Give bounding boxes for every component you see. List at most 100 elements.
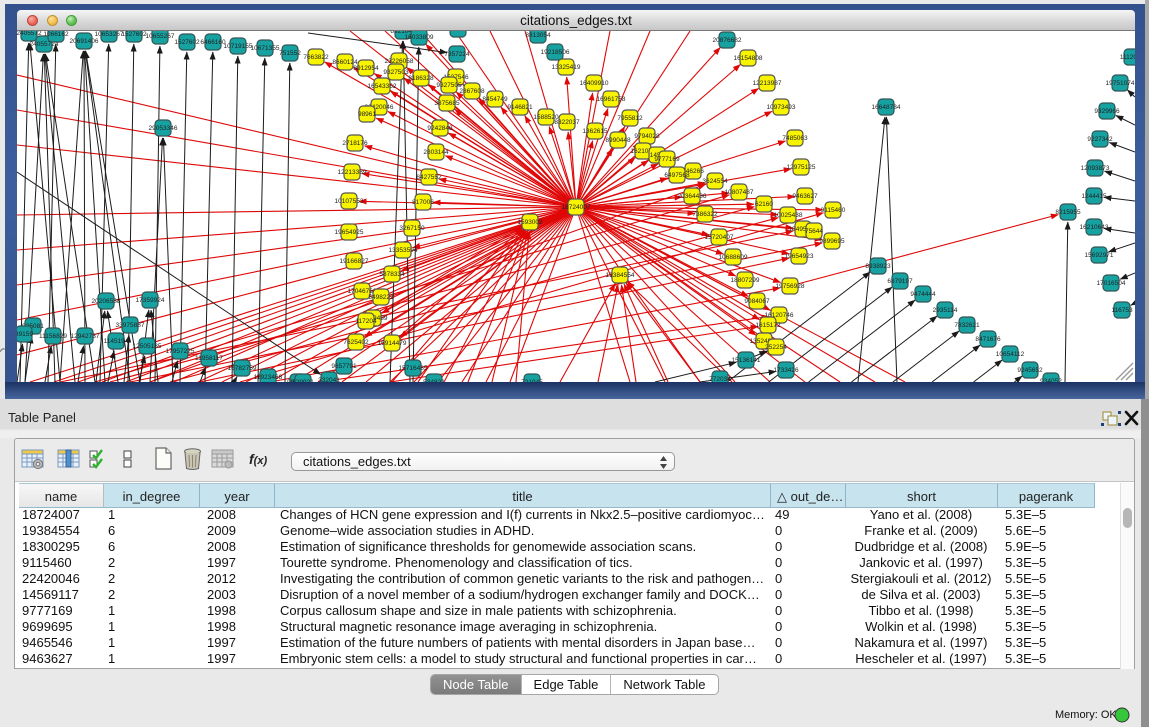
svg-text:8813054: 8813054 [525,32,551,39]
svg-text:19218506: 19218506 [541,49,570,56]
svg-text:1112042: 1112042 [1120,54,1135,61]
svg-text:12942737: 12942737 [71,333,100,340]
svg-text:6466160: 6466160 [200,39,226,46]
svg-text:1527602: 1527602 [121,31,147,38]
svg-text:17016504: 17016504 [1097,280,1126,287]
svg-text:16782759: 16782759 [228,365,257,372]
svg-text:15720407: 15720407 [705,234,734,241]
svg-text:75644: 75644 [805,228,823,235]
svg-text:10655267: 10655267 [146,33,175,40]
svg-text:5498222: 5498222 [368,294,394,301]
svg-text:18724007: 18724007 [562,204,591,211]
svg-text:9657791: 9657791 [331,363,357,370]
svg-text:8186328: 8186328 [408,75,434,82]
svg-text:13325419: 13325419 [552,64,581,71]
svg-text:8990448: 8990448 [605,137,631,144]
svg-text:8454749: 8454749 [482,96,508,103]
svg-text:13353594: 13353594 [389,247,418,254]
svg-text:17957225: 17957225 [166,348,195,355]
svg-text:9146821: 9146821 [507,104,533,111]
svg-text:884210: 884210 [447,31,469,33]
svg-text:1615172: 1615172 [755,322,781,329]
svg-text:8322037: 8322037 [554,119,580,126]
svg-text:721945: 721945 [521,379,543,382]
svg-text:3267150: 3267150 [399,225,425,232]
svg-text:10653267: 10653267 [95,31,124,38]
svg-text:1362615: 1362615 [582,128,608,135]
svg-text:1527602: 1527602 [174,39,200,46]
svg-text:9327505: 9327505 [436,82,462,89]
svg-text:6497568: 6497568 [664,172,690,179]
svg-text:829921: 829921 [292,379,314,382]
svg-text:3875685: 3875685 [434,100,460,107]
svg-text:1066162: 1066162 [43,31,69,38]
svg-text:7357224: 7357224 [444,51,470,58]
svg-text:19756928: 19756928 [776,283,805,290]
svg-text:11156829: 11156829 [39,333,67,340]
svg-text:10719155: 10719155 [224,43,253,50]
svg-text:29053346: 29053346 [149,125,178,132]
svg-text:8912954: 8912954 [353,65,379,72]
svg-text:2718176: 2718176 [342,140,368,147]
svg-text:1733426: 1733426 [773,367,799,374]
svg-text:62160: 62160 [755,201,773,208]
svg-text:19166827: 19166827 [340,258,369,265]
svg-text:7485063: 7485063 [782,135,808,142]
svg-text:8938923: 8938923 [865,263,891,270]
svg-text:10973493: 10973493 [767,104,796,111]
svg-text:98961: 98961 [358,111,376,118]
svg-text:2935114: 2935114 [933,307,958,314]
svg-text:12093873: 12093873 [1081,165,1110,172]
svg-text:934052: 934052 [1040,378,1062,382]
svg-text:9794028: 9794028 [634,133,660,140]
svg-text:16961758: 16961758 [597,96,626,103]
svg-text:19654923: 19654923 [785,253,814,260]
svg-text:12213389: 12213389 [338,169,367,176]
svg-text:12975125: 12975125 [787,164,816,171]
svg-text:8471676: 8471676 [975,336,1001,343]
svg-text:39159: 39159 [17,331,33,338]
svg-text:3624554: 3624554 [702,178,728,185]
svg-text:9327503: 9327503 [383,69,409,76]
svg-text:10807487: 10807487 [725,189,754,196]
svg-text:33975887: 33975887 [116,322,145,329]
svg-text:7625402: 7625402 [343,339,369,346]
svg-text:9245652: 9245652 [1017,367,1043,374]
svg-text:5878334: 5878334 [379,271,405,278]
svg-text:12213987: 12213987 [753,80,782,87]
svg-text:116753: 116753 [1111,307,1133,314]
svg-text:11958117: 11958117 [195,355,223,362]
svg-text:18807299: 18807299 [731,277,760,284]
svg-text:8427552: 8427552 [416,174,442,181]
svg-text:9115460: 9115460 [821,207,846,214]
svg-text:117204: 117204 [355,318,377,325]
svg-text:19654925: 19654925 [335,229,364,236]
svg-text:1244415: 1244415 [1081,193,1107,200]
svg-text:252254: 252254 [765,344,787,351]
svg-text:751552: 751552 [279,50,301,57]
svg-text:16210643: 16210643 [1080,224,1109,231]
svg-text:9474444: 9474444 [910,291,936,298]
svg-text:9463627: 9463627 [792,193,818,200]
svg-text:9227342: 9227342 [1087,136,1113,143]
svg-text:10025438: 10025438 [774,212,803,219]
svg-text:16543362: 16543362 [368,83,397,90]
svg-text:15692971: 15692971 [1085,252,1114,259]
svg-text:15716485: 15716485 [399,365,428,372]
svg-text:10107553: 10107553 [335,198,364,205]
svg-text:6879197: 6879197 [887,278,913,285]
svg-text:9084067: 9084067 [744,298,770,305]
svg-text:2803144: 2803144 [423,149,449,156]
svg-text:534821: 534821 [423,379,445,382]
svg-text:8215955: 8215955 [1055,209,1081,216]
svg-text:9329966: 9329966 [1094,108,1120,115]
svg-text:7955812: 7955812 [617,115,643,122]
svg-text:332041: 332041 [318,377,340,382]
svg-text:20876682: 20876682 [713,37,742,44]
svg-text:10688609: 10688609 [719,254,748,261]
svg-text:2867608: 2867608 [459,88,485,95]
svg-text:19384554: 19384554 [606,272,635,279]
svg-text:7663822: 7663822 [303,54,329,61]
svg-text:15136141: 15136141 [732,357,761,364]
svg-text:7832621: 7832621 [954,322,980,329]
